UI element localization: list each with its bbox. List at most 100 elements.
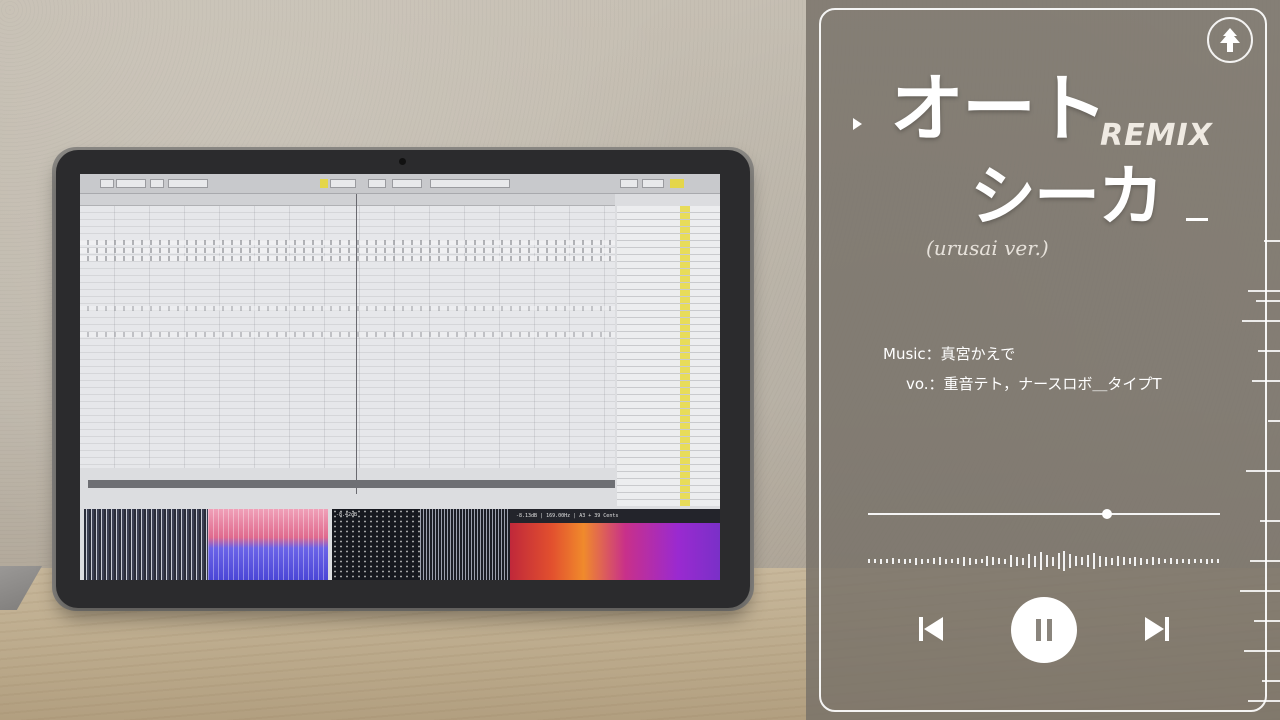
equalizer-bar: [927, 559, 930, 563]
equalizer-bar: [1211, 559, 1214, 563]
equalizer-bar: [1134, 556, 1137, 566]
clip-row[interactable]: [80, 256, 615, 261]
equalizer-bar: [909, 559, 912, 563]
pause-button[interactable]: [1011, 597, 1077, 663]
toolbar-quantize-select[interactable]: [168, 179, 208, 188]
toolbar-loop-region[interactable]: [430, 179, 510, 188]
equalizer-bar: [998, 558, 1001, 564]
equalizer-bar: [1069, 554, 1072, 568]
spectrum-readout: -8.13dB | 169.00Hz | A3 + 39 Cents: [516, 513, 619, 519]
equalizer-bar: [1175, 558, 1178, 564]
arrangement-ruler[interactable]: [80, 194, 615, 206]
next-track-button[interactable]: [1140, 612, 1174, 646]
clip-row[interactable]: [80, 332, 615, 337]
remix-label: REMIX: [1100, 118, 1213, 153]
toolbar-midi-button[interactable]: [642, 179, 664, 188]
equalizer-bar: [1021, 557, 1024, 565]
pause-icon: [1036, 619, 1052, 641]
equalizer-bar: [992, 557, 995, 565]
title-dash: [1186, 218, 1208, 221]
vocal-credit: vo.：重音テト，ナースロボ＿タイプT: [906, 375, 1162, 393]
track-list[interactable]: [617, 206, 720, 506]
equalizer-bar: [1104, 556, 1107, 566]
equalizer-bar: [868, 559, 870, 563]
equalizer-bar: [1093, 553, 1096, 569]
tree-emblem-glyph: [1220, 28, 1240, 52]
toolbar-meter-button[interactable]: [150, 179, 164, 188]
equalizer-bar: [1152, 557, 1155, 565]
equalizer-bar: [1170, 558, 1173, 564]
equalizer-bar: [950, 559, 953, 563]
equalizer-bar: [986, 556, 989, 566]
music-credit: Music：真宮かえで: [883, 345, 1016, 363]
toolbar-position-field[interactable]: [330, 179, 356, 188]
equalizer-bar: [1051, 556, 1054, 566]
tablet-device: -8.42dB -8.13dB | 169.00Hz | A3 + 39 Cen…: [56, 150, 750, 608]
equalizer-bar: [891, 558, 894, 564]
toolbar-link-button[interactable]: [100, 179, 114, 188]
spectrogram-visualizer: [84, 509, 208, 580]
equalizer-bar: [944, 558, 947, 564]
clip-row[interactable]: [80, 248, 615, 253]
playhead[interactable]: [356, 194, 357, 494]
progress-track[interactable]: [868, 513, 1220, 515]
toolbar-tap-button[interactable]: [116, 179, 146, 188]
daw-screen: -8.42dB -8.13dB | 169.00Hz | A3 + 39 Cen…: [80, 174, 720, 580]
clip-row[interactable]: [80, 306, 615, 311]
toolbar-transport-play[interactable]: [368, 179, 386, 188]
equalizer-bar: [1098, 555, 1101, 567]
song-title-line1: オート: [890, 66, 1108, 152]
toolbar-metronome-button[interactable]: [320, 179, 328, 188]
equalizer-bar: [921, 558, 924, 564]
level-readout: -8.42dB: [336, 512, 358, 518]
equalizer-bar: [962, 556, 965, 566]
equalizer-bar: [1081, 557, 1084, 565]
equalizer-bar: [1199, 559, 1202, 563]
equalizer-bar: [933, 558, 936, 564]
equalizer-bar: [903, 558, 906, 564]
toolbar-draw-mode[interactable]: [392, 179, 422, 188]
equalizer-bar: [1063, 551, 1066, 571]
clip-row[interactable]: [80, 240, 615, 245]
waveform-visualizer: [420, 509, 510, 580]
equalizer-bar: [1205, 558, 1208, 564]
equalizer-bar: [879, 558, 882, 564]
equalizer-bar: [1116, 556, 1119, 566]
arrangement-grid: [80, 206, 615, 468]
equalizer-bar: [1087, 555, 1090, 567]
toolbar-key-button[interactable]: [620, 179, 638, 188]
master-automation-lane: [88, 480, 615, 488]
skip-previous-icon: [919, 617, 943, 641]
stereo-visualizer-lines: [208, 509, 328, 580]
tree-emblem-icon: [1207, 17, 1253, 63]
equalizer-bar: [1004, 558, 1007, 564]
track-volume-column[interactable]: [680, 206, 690, 506]
equalizer-bar: [1187, 558, 1190, 564]
equalizer-bar: [873, 559, 876, 563]
equalizer-bar: [897, 559, 900, 563]
equalizer-bar: [1110, 557, 1113, 565]
equalizer-bar: [1016, 556, 1019, 566]
equalizer-bar: [1164, 559, 1167, 563]
equalizer-bar: [1140, 557, 1143, 565]
equalizer-bar: [1146, 558, 1149, 564]
equalizer-bar: [1158, 558, 1161, 564]
skip-next-icon: [1145, 617, 1169, 641]
equalizer-bar: [980, 559, 983, 563]
equalizer-bars: [868, 548, 1220, 574]
equalizer-bar: [1181, 559, 1184, 563]
equalizer-bar: [1027, 554, 1030, 568]
equalizer-bar: [1010, 555, 1013, 567]
equalizer-bar: [915, 557, 918, 565]
equalizer-bar: [974, 558, 977, 564]
toolbar-cpu-meter: [670, 179, 684, 188]
equalizer-bar: [1217, 559, 1220, 563]
equalizer-bar: [885, 559, 888, 563]
previous-track-button[interactable]: [914, 612, 948, 646]
camera-icon: [399, 158, 406, 165]
equalizer-bar: [1122, 557, 1125, 565]
equalizer-bar: [1045, 555, 1048, 567]
daw-toolbar: [80, 174, 720, 194]
equalizer-bar: [1057, 553, 1060, 569]
equalizer-bar: [1033, 555, 1036, 567]
